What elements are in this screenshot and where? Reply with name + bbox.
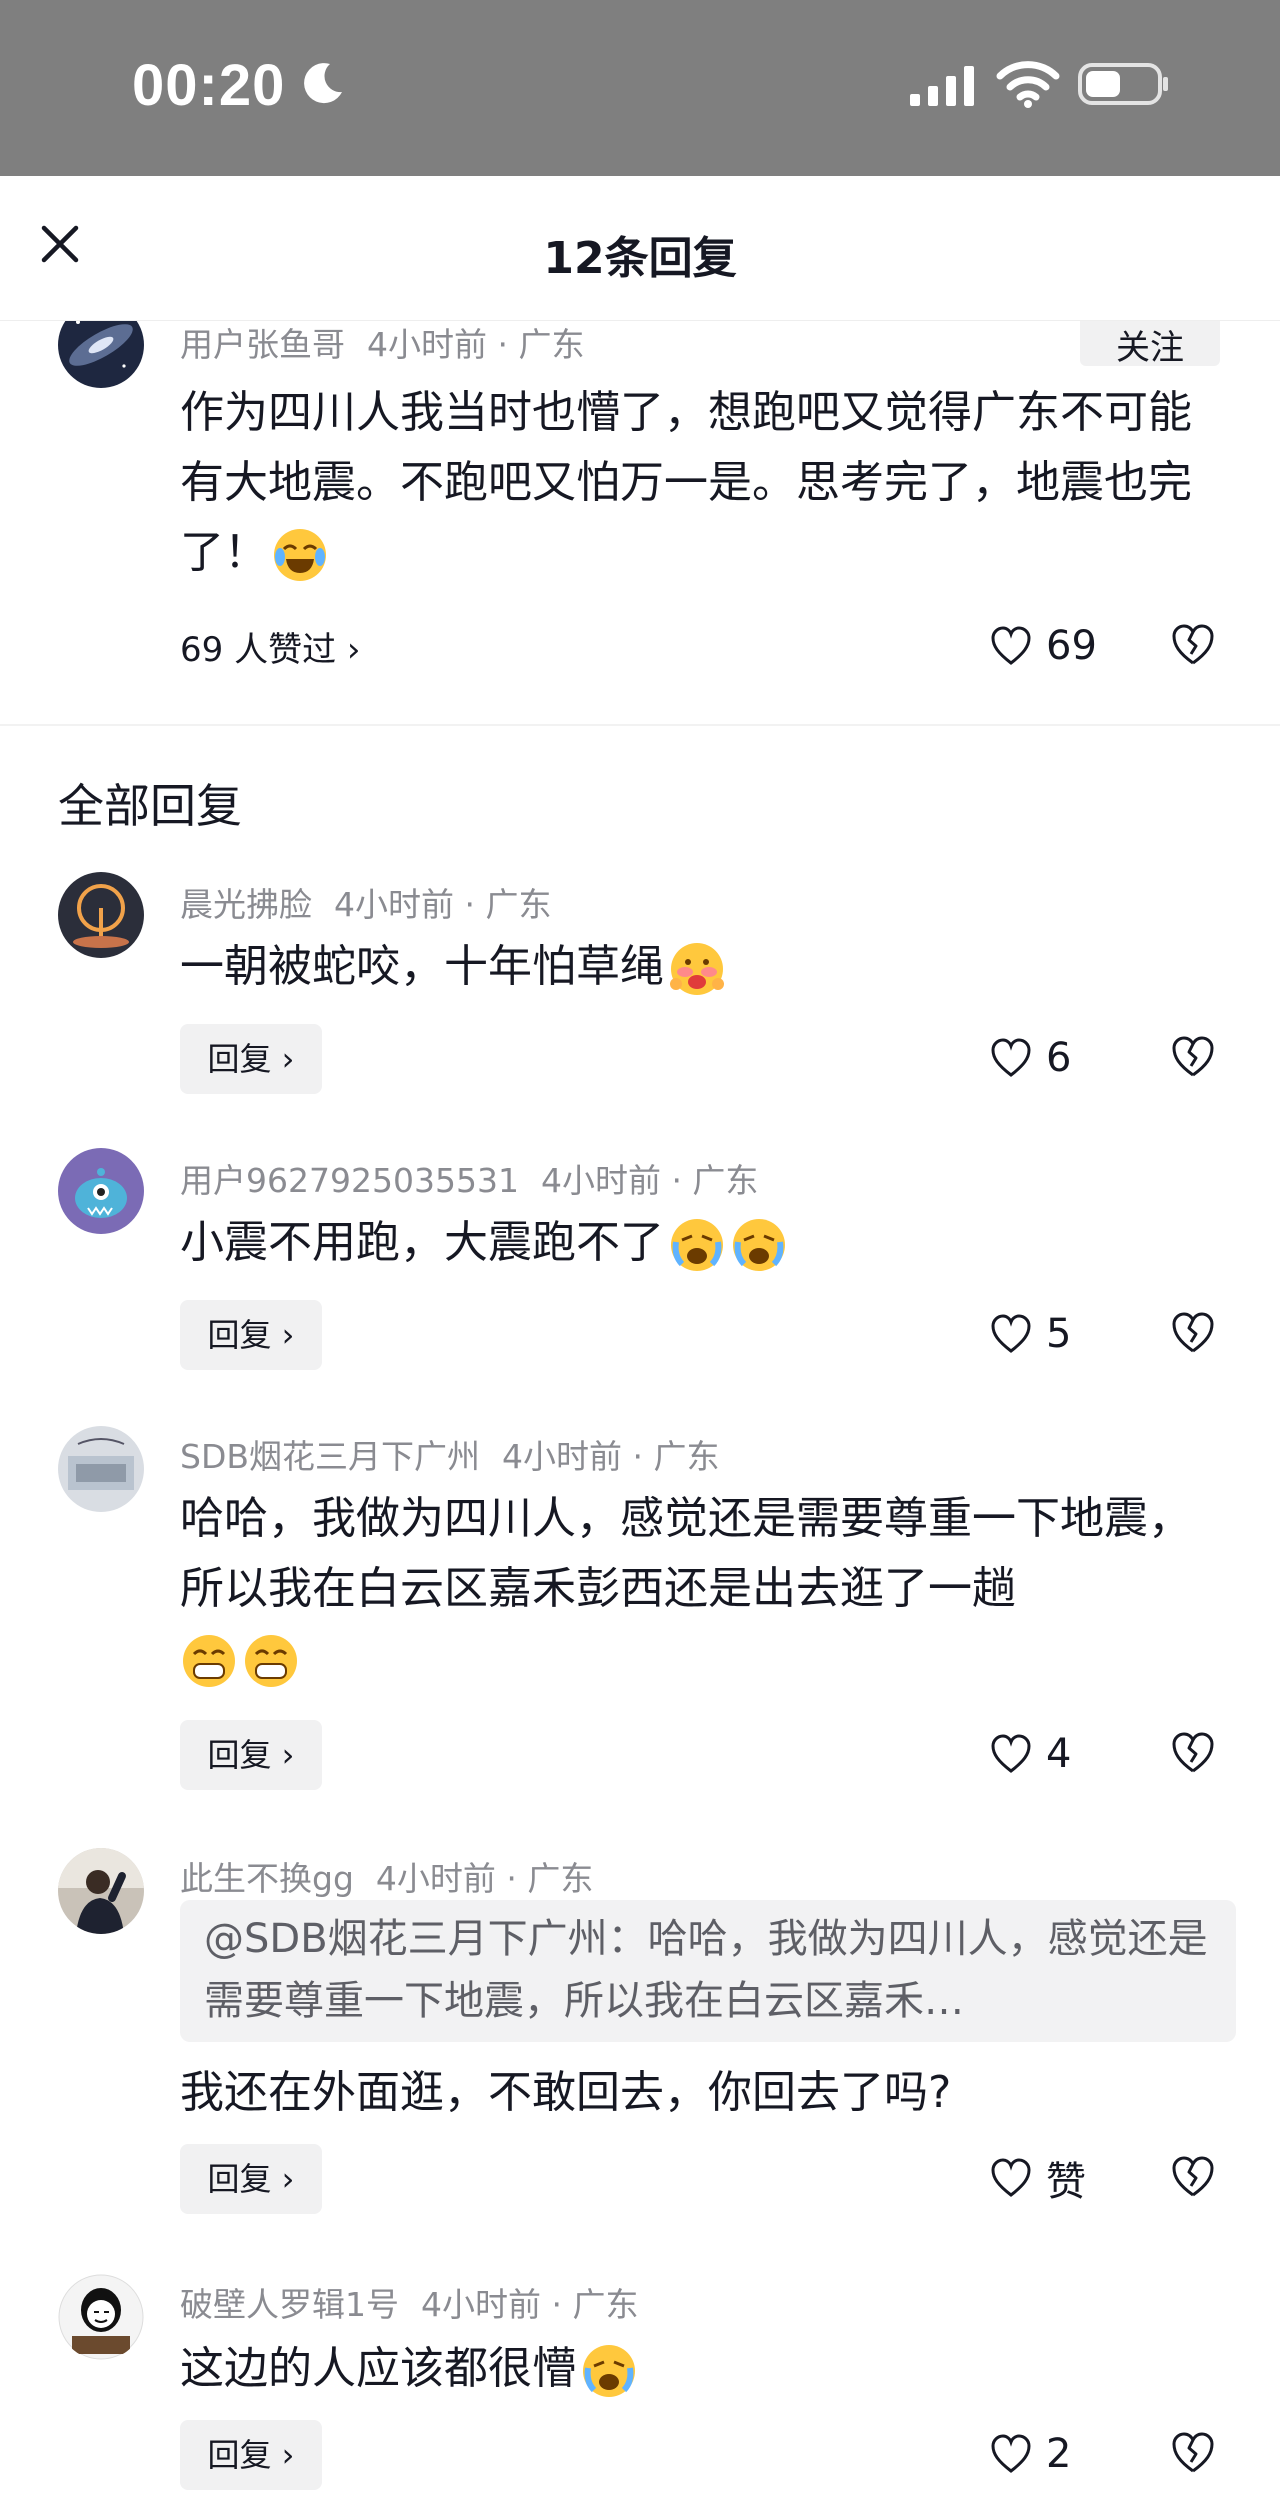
- grinning-emoji-icon: [183, 1635, 235, 1687]
- comment-text-content: 作为四川人我当时也懵了，想跑吧又觉得广东不可能有大地震。不跑吧又怕万一是。思考完…: [180, 387, 1192, 578]
- divider: [0, 724, 1280, 726]
- comment-text: 我还在外面逛，不敢回去，你回去了吗?: [180, 2058, 1230, 2128]
- broken-heart-icon[interactable]: [1170, 2430, 1216, 2476]
- comment-time: 4小时前 · 广东: [367, 325, 585, 364]
- broken-heart-icon[interactable]: [1170, 1310, 1216, 1356]
- laughing-tears-emoji-icon: [274, 529, 326, 581]
- comment-text-content: 小震不用跑，大震跑不了: [180, 1217, 664, 1268]
- cellular-signal-icon: [910, 66, 974, 106]
- status-bar: 00:20: [0, 0, 1280, 176]
- broken-heart-icon[interactable]: [1170, 1730, 1216, 1776]
- sheet-header: 12条回复: [0, 176, 1280, 321]
- section-title: 全部回复: [58, 779, 242, 833]
- like-count: 69: [1046, 623, 1097, 669]
- comment-meta: 晨光拂脸 4小时前 · 广东: [180, 878, 551, 926]
- comment-text: 一朝被蛇咬，十年怕草绳: [180, 932, 1230, 1002]
- avatar[interactable]: [58, 1848, 144, 1934]
- comment-time: 4小时前 · 广东: [375, 1859, 594, 1898]
- grinning-emoji-icon: [245, 1635, 297, 1687]
- comment-meta: SDB烟花三月下广州 4小时前 · 广东: [180, 1430, 719, 1478]
- heart-icon: [991, 1038, 1031, 1077]
- comment-text-content: 我还在外面逛，不敢回去，你回去了吗?: [180, 2067, 952, 2118]
- comment-text-content: 一朝被蛇咬，十年怕草绳: [180, 941, 664, 992]
- username[interactable]: 晨光拂脸: [180, 885, 312, 924]
- username[interactable]: 用户张鱼哥: [180, 325, 345, 364]
- comment-text: 小震不用跑，大震跑不了: [180, 1208, 1230, 1278]
- like-count: 2: [1046, 2431, 1072, 2477]
- username[interactable]: 此生不换gg: [180, 1859, 354, 1898]
- crying-emoji-icon: [733, 1219, 785, 1271]
- hot-face-emoji-icon: [670, 943, 724, 995]
- reply-button[interactable]: 回复 ›: [180, 1300, 322, 1370]
- avatar[interactable]: [58, 1426, 144, 1512]
- heart-icon: [991, 2158, 1031, 2197]
- like-button[interactable]: 6: [990, 1032, 1071, 1084]
- like-count: 5: [1046, 1311, 1072, 1357]
- username[interactable]: 破壁人罗辑1号: [180, 2285, 399, 2324]
- broken-heart-icon[interactable]: [1170, 1034, 1216, 1080]
- like-label: 赞: [1046, 2159, 1086, 2205]
- comment-text-content: 这边的人应该都很懵: [180, 2343, 576, 2394]
- reply-button[interactable]: 回复 ›: [180, 2420, 322, 2490]
- broken-heart-icon[interactable]: [1170, 622, 1216, 668]
- username[interactable]: SDB烟花三月下广州: [180, 1437, 480, 1476]
- comment-text: 作为四川人我当时也懵了，想跑吧又觉得广东不可能有大地震。不跑吧又怕万一是。思考完…: [180, 378, 1230, 588]
- like-count: 4: [1046, 1731, 1072, 1777]
- username[interactable]: 用户9627925035531: [180, 1161, 519, 1200]
- reply-button[interactable]: 回复 ›: [180, 1720, 322, 1790]
- comment-meta: 此生不换gg 4小时前 · 广东: [180, 1852, 593, 1900]
- avatar[interactable]: [58, 2274, 144, 2360]
- battery-icon: [1078, 63, 1168, 105]
- like-button[interactable]: 2: [990, 2428, 1071, 2480]
- comment-list[interactable]: 用户张鱼哥 4小时前 · 广东 关注 作为四川人我当时也懵了，想跑吧又觉得广东不可…: [0, 176, 1280, 2497]
- heart-icon: [991, 1314, 1031, 1353]
- moon-icon: [304, 63, 342, 104]
- avatar[interactable]: [58, 1148, 144, 1234]
- replies-sheet: 12条回复 用户张鱼哥 4小时前 · 广东 关注 作为四川人我当时也懵了，想跑吧又…: [0, 176, 1280, 2497]
- status-time: 00:20: [132, 53, 286, 118]
- quoted-text: @SDB烟花三月下广州：哈哈，我做为四川人，感觉还是需要尊重一下地震，所以我在白…: [204, 1916, 1208, 2024]
- heart-icon: [991, 2434, 1031, 2473]
- like-button[interactable]: 69: [990, 620, 1097, 672]
- comment-meta: 用户张鱼哥 4小时前 · 广东: [180, 318, 584, 366]
- comment-meta: 用户9627925035531 4小时前 · 广东: [180, 1154, 758, 1202]
- crying-emoji-icon: [671, 1219, 723, 1271]
- comment-meta: 破壁人罗辑1号 4小时前 · 广东: [180, 2278, 638, 2326]
- like-button[interactable]: 赞: [990, 2152, 1086, 2205]
- broken-heart-icon[interactable]: [1170, 2154, 1216, 2200]
- quoted-comment[interactable]: @SDB烟花三月下广州：哈哈，我做为四川人，感觉还是需要尊重一下地震，所以我在白…: [180, 1900, 1236, 2042]
- like-count: 6: [1046, 1035, 1072, 1081]
- page-title: 12条回复: [543, 233, 737, 284]
- comment-text: 这边的人应该都很懵: [180, 2334, 1230, 2404]
- crying-emoji-icon: [583, 2345, 635, 2397]
- comment-text-content: 哈哈，我做为四川人，感觉还是需要尊重一下地震，所以我在白云区嘉禾彭西还是出去逛了…: [180, 1493, 1192, 1614]
- comment-time: 4小时前 · 广东: [334, 885, 552, 924]
- comment-time: 4小时前 · 广东: [421, 2285, 639, 2324]
- comment-time: 4小时前 · 广东: [502, 1437, 720, 1476]
- comment-time: 4小时前 · 广东: [540, 1161, 759, 1200]
- wifi-icon: [996, 61, 1060, 108]
- avatar[interactable]: [58, 872, 144, 958]
- like-button[interactable]: 5: [990, 1308, 1071, 1360]
- like-button[interactable]: 4: [990, 1728, 1071, 1780]
- heart-icon: [991, 1734, 1031, 1773]
- likes-link[interactable]: 69 人赞过 ›: [180, 622, 360, 671]
- reply-button[interactable]: 回复 ›: [180, 1024, 322, 1094]
- comment-text: 哈哈，我做为四川人，感觉还是需要尊重一下地震，所以我在白云区嘉禾彭西还是出去逛了…: [180, 1484, 1230, 1694]
- reply-button[interactable]: 回复 ›: [180, 2144, 322, 2214]
- heart-icon: [991, 626, 1031, 665]
